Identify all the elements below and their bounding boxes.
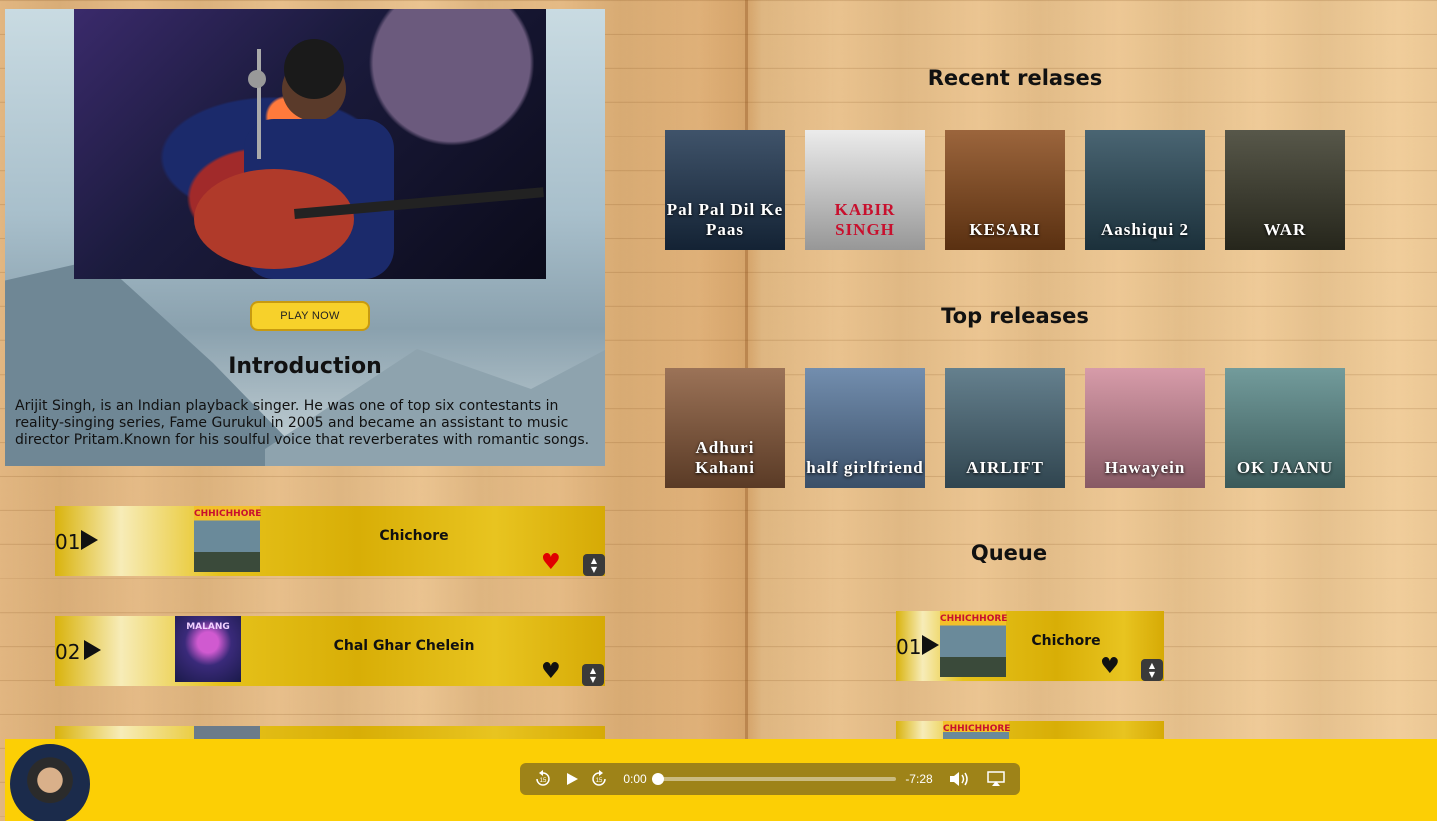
cover-text: CHHICHHORE [943,724,1011,734]
recent-releases-heading: Recent relases [927,66,1103,90]
queue-heading: Queue [970,541,1048,565]
queue-number: 01 [896,635,922,659]
poster-title: AIRLIFT [966,458,1044,477]
skip-forward-icon[interactable]: 15 [588,763,610,795]
queue-item[interactable]: 01 CHHICHHORE Chichore ♥ ▲ ▼ [896,611,1164,681]
song-title: Chal Ghar Chelein [333,638,475,654]
recent-release-poster[interactable]: KABIR SINGH [805,130,925,250]
stepper-icon[interactable]: ▲ ▼ [583,554,605,576]
top-release-poster[interactable]: half girlfriend [805,368,925,488]
progress-track[interactable] [652,773,896,785]
top-release-poster[interactable]: Adhuri Kahani [665,368,785,488]
queue-cover: CHHICHHORE [940,611,1008,677]
poster-title: OK JAANU [1236,458,1334,477]
poster-title: KESARI [969,220,1041,239]
top-release-poster[interactable]: AIRLIFT [945,368,1065,488]
volume-icon[interactable] [946,763,972,795]
heart-icon[interactable]: ♥ [541,552,561,574]
song-cover [194,726,260,739]
introduction-text: Arijit Singh, is an Indian playback sing… [15,398,590,448]
poster-title: Pal Pal Dil Ke Paas [666,200,784,239]
svg-text:15: 15 [596,778,603,784]
player-bar: 15 15 0:00 -7:28 [5,739,1437,821]
queue-item[interactable]: CHHICHHORE [896,721,1164,739]
audio-controls: 15 15 0:00 -7:28 [520,763,1020,795]
recent-release-poster[interactable]: WAR [1225,130,1345,250]
artist-hero-card: PLAY NOW Introduction Arijit Singh, is a… [5,9,605,466]
song-row[interactable] [55,726,605,739]
poster-title: Aashiqui 2 [1101,220,1189,239]
poster-title: KABIR SINGH [834,200,896,239]
poster-title: Hawayein [1104,458,1186,477]
play-now-button[interactable]: PLAY NOW [250,301,370,331]
guitar-illustration [194,39,544,279]
play-icon[interactable] [84,640,101,660]
song-row[interactable]: 01 CHHICHHORE Chichore ♥ ▲ ▼ [55,506,605,576]
artist-photo [74,9,546,279]
queue-cover: CHHICHHORE [943,721,1011,739]
recent-release-poster[interactable]: KESARI [945,130,1065,250]
airplay-icon[interactable] [984,763,1008,795]
artist-avatar[interactable] [10,744,90,821]
current-time: 0:00 [623,772,647,786]
poster-title: half girlfriend [806,458,924,477]
heart-icon[interactable]: ♥ [541,661,561,683]
heart-icon[interactable]: ♥ [1100,656,1120,678]
poster-title: WAR [1263,220,1307,239]
song-number: 01 [55,530,81,554]
top-releases-heading: Top releases [941,304,1089,328]
poster-title: Adhuri Kahani [695,438,755,477]
play-icon[interactable] [922,635,939,655]
cover-text: CHHICHHORE [940,614,1008,624]
top-release-poster[interactable]: Hawayein [1085,368,1205,488]
remaining-time: -7:28 [905,772,933,786]
svg-text:15: 15 [540,778,547,784]
queue-title: Chichore [1031,633,1101,649]
cover-text: MALANG [186,622,230,632]
cover-text: CHHICHHORE [194,509,262,519]
skip-back-icon[interactable]: 15 [532,763,554,795]
recent-release-poster[interactable]: Pal Pal Dil Ke Paas [665,130,785,250]
song-title: Chichore [379,528,449,544]
introduction-heading: Introduction [228,354,382,379]
recent-release-poster[interactable]: Aashiqui 2 [1085,130,1205,250]
song-number: 02 [55,640,81,664]
stepper-icon[interactable]: ▲ ▼ [1141,659,1163,681]
play-icon[interactable] [81,530,98,550]
song-cover: MALANG [175,616,241,682]
progress-thumb[interactable] [652,773,664,785]
song-cover: CHHICHHORE [194,506,262,572]
song-row[interactable]: 02 MALANG Chal Ghar Chelein ♥ ▲ ▼ [55,616,605,686]
top-release-poster[interactable]: OK JAANU [1225,368,1345,488]
stepper-icon[interactable]: ▲ ▼ [582,664,604,686]
play-button[interactable] [562,763,582,795]
